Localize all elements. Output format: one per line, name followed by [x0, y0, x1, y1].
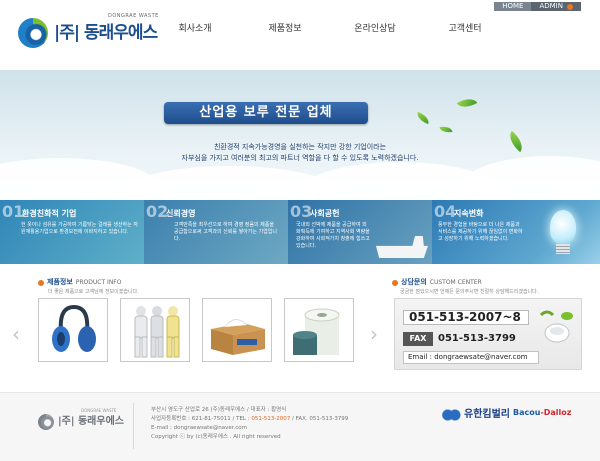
site-logo[interactable]: |주| 동래우에스 DONGRAE WASTE — [18, 13, 158, 48]
logo-subtext: DONGRAE WASTE — [108, 13, 159, 19]
feature-number: 03 — [290, 202, 313, 221]
footer-divider — [133, 403, 134, 449]
footer-company-info: 부산시 영도구 산업로 26 (주)동래우에스 / 대표자 : 황영식 사업자등… — [151, 406, 348, 442]
feature-card-change: 04 지속변화 풍부한 경험을 바탕으로 더 나은 제품과 서비스를 제공하기 … — [432, 200, 600, 264]
nav-item-online-consult[interactable]: 온라인상담 — [330, 23, 420, 35]
footer-logo[interactable]: |주| 동래우에스 DONGRAE WASTE — [38, 408, 124, 430]
section-bullet-icon — [38, 279, 44, 286]
nav-item-customer-center[interactable]: 고객센터 — [420, 23, 510, 35]
footer-biznum: 사업자등록번호 : 621-81-75011 / TEL : — [151, 416, 252, 422]
footer-fax: / FAX. 051-513-3799 — [290, 416, 349, 422]
wiper-box-icon — [211, 319, 265, 355]
feature-desc: 고객만족을 최우선으로 하여 경영 정음의 제품을 공급함으로써 고객과의 신뢰… — [174, 222, 277, 242]
products-description: 더 좋은 제품으로 고객님께 전보이겠습니다. — [48, 289, 139, 295]
feature-desc: 헌 옷이나 섬유를 가공하여 기름닦는 걸레를 생산하는 자원재활용기업으로 환… — [21, 222, 138, 235]
site-footer: |주| 동래우에스 DONGRAE WASTE 부산시 영도구 산업로 26 (… — [0, 392, 600, 461]
admin-link[interactable]: ADMIN — [531, 2, 581, 11]
partner-yuhan-kimberly[interactable]: 유한킴벌리 — [440, 406, 510, 424]
main-nav: 회사소개 제품정보 온라인상담 고객센터 — [150, 23, 510, 35]
custom-center-description: 궁금한 점있으시면 언제든 문의주시면 친절히 상담해드리겠습니다. — [400, 289, 539, 295]
footer-logo-mark-icon — [38, 414, 54, 430]
footer-contact-line: 사업자등록번호 : 621-81-75011 / TEL : 051-513-2… — [151, 415, 348, 424]
hero-banner: 산업용 보루 전문 업체 친환경적 지속가능경영을 실천하는 작지만 강한 기업… — [0, 70, 600, 200]
product-thumb-protective-suit[interactable] — [120, 298, 190, 362]
feature-title: 환경친화적 기업 — [22, 209, 77, 218]
partner-name-a: Bacou — [513, 408, 541, 417]
hero-text-line: 친환경적 지속가능경영을 실천하는 작지만 강한 기업이라는 — [213, 143, 387, 151]
prev-arrow-icon[interactable]: ‹ — [12, 324, 20, 344]
logo-mark-icon — [18, 18, 48, 48]
hero-title: 산업용 보루 전문 업체 — [164, 102, 368, 124]
headset-mouse-icon — [539, 310, 573, 343]
home-link[interactable]: HOME — [494, 2, 532, 11]
feature-title: 사회공헌 — [310, 209, 340, 218]
logo-text: |주| 동래우에스 — [54, 23, 158, 43]
custom-center-heading: 상담문의 CUSTOM CENTER — [392, 278, 482, 287]
next-arrow-icon[interactable]: › — [370, 324, 378, 344]
feature-number: 02 — [146, 202, 169, 221]
feature-desc: 국내외 선박에 제품을 공급하여 외화획득에 기여하고 지역사회 역량을 강화하… — [296, 222, 370, 249]
footer-email: E-mail : dongraewsate@naver.com — [151, 425, 247, 431]
leaf-icon — [439, 125, 453, 134]
products-subtitle: PRODUCT INFO — [75, 279, 122, 286]
utility-nav: HOME ADMIN — [494, 2, 581, 11]
email-address[interactable]: Email : dongraewsate@naver.com — [403, 351, 539, 364]
fax-label: FAX — [403, 332, 433, 346]
ship-icon — [376, 236, 428, 258]
footer-copyright: Copyright ⓒ by (c)동래우에스 . All right rese… — [151, 434, 281, 440]
partner-bacou-dalloz[interactable]: Bacou-Dalloz — [513, 408, 571, 418]
footer-logo-text: |주| 동래우에스 — [58, 416, 124, 427]
feature-card-social: 03 사회공헌 국내외 선박에 제품을 공급하여 외화획득에 기여하고 지역사회… — [288, 200, 432, 264]
product-thumb-wiper-box[interactable] — [202, 298, 272, 362]
phone-number[interactable]: 051-513-2007~8 — [403, 310, 529, 325]
product-thumb-absorbent-roll[interactable] — [284, 298, 354, 362]
leaf-icon — [415, 111, 431, 125]
feature-number: 04 — [434, 202, 457, 221]
nav-item-company[interactable]: 회사소개 — [150, 23, 240, 35]
products-heading: 제품정보 PRODUCT INFO — [38, 278, 121, 287]
feature-card-trust: 02 신뢰경영 고객만족을 최우선으로 하여 경영 정음의 제품을 공급함으로써… — [144, 200, 288, 264]
product-thumb-earmuff[interactable] — [38, 298, 108, 362]
leaf-icon — [456, 94, 478, 112]
custom-center-title: 상담문의 — [401, 278, 427, 286]
feature-title: 신뢰경영 — [166, 209, 196, 218]
fax-number: 051-513-3799 — [438, 333, 516, 344]
custom-center-subtitle: CUSTOM CENTER — [429, 279, 482, 286]
feature-card-eco: 01 환경친화적 기업 헌 옷이나 섬유를 가공하여 기름닦는 걸레를 생산하는… — [0, 200, 144, 264]
partner-name-b: -Dalloz — [540, 408, 572, 417]
hero-text-line: 자부심을 가지고 여러분의 최고의 파트너 역할을 다 할 수 있도록 노력하겠… — [181, 154, 419, 162]
arrow-bullet-icon — [567, 3, 573, 10]
partner-name: 유한킴벌리 — [464, 409, 510, 420]
yuhan-kimberly-logo-icon — [440, 406, 462, 424]
lightbulb-base-icon — [556, 244, 570, 254]
product-thumbnails — [38, 298, 354, 362]
fax-row: FAX 051-513-3799 — [403, 332, 516, 346]
protective-suit-icon — [134, 306, 180, 358]
section-bullet-icon — [392, 279, 398, 286]
feature-number: 01 — [2, 202, 25, 221]
contact-box: 051-513-2007~8 FAX 051-513-3799 Email : … — [394, 298, 582, 370]
footer-logo-subtext: DONGRAE WASTE — [81, 408, 117, 413]
nav-item-products[interactable]: 제품정보 — [240, 23, 330, 35]
products-title: 제품정보 — [47, 278, 73, 286]
absorbent-roll-icon — [293, 308, 340, 355]
footer-tel: 051-513-2007 — [251, 416, 291, 422]
feature-title: 지속변화 — [454, 209, 484, 218]
footer-address: 부산시 영도구 산업로 26 (주)동래우에스 / 대표자 : 황영식 — [151, 407, 287, 413]
feature-desc: 풍부한 경험을 바탕으로 더 나은 제품과 서비스를 제공하기 위해 끊임없이 … — [438, 222, 523, 242]
feature-strip: 01 환경친화적 기업 헌 옷이나 섬유를 가공하여 기름닦는 걸레를 생산하는… — [0, 200, 600, 264]
admin-label: ADMIN — [539, 2, 563, 10]
lightbulb-icon — [550, 210, 576, 244]
earmuff-icon — [52, 304, 96, 352]
